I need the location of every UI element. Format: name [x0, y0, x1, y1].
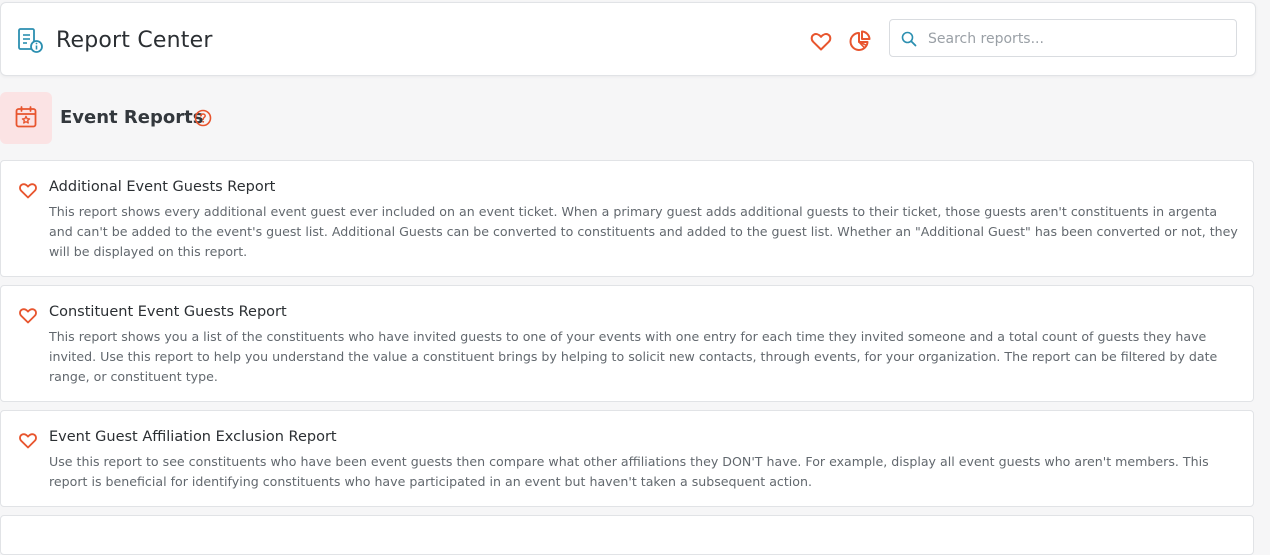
section-icon-box	[0, 92, 52, 144]
pie-chart-icon[interactable]	[848, 29, 872, 53]
favorites-heart-icon[interactable]	[809, 29, 833, 53]
report-title[interactable]: Constituent Event Guests Report	[49, 302, 287, 322]
report-card[interactable]: Additional Event Guests Report This repo…	[0, 160, 1254, 277]
search-input[interactable]	[926, 20, 1230, 58]
report-description: This report shows every additional event…	[49, 204, 1238, 259]
report-card[interactable]: Constituent Event Guests Report This rep…	[0, 285, 1254, 402]
search-box[interactable]	[889, 19, 1237, 58]
report-description: This report shows you a list of the cons…	[49, 329, 1218, 384]
report-description: Use this report to see constituents who …	[49, 454, 1209, 489]
report-center-header: Report Center	[0, 2, 1256, 76]
calendar-star-icon	[15, 106, 37, 128]
report-card[interactable]	[0, 515, 1254, 555]
page-title: Report Center	[56, 28, 213, 53]
report-title[interactable]: Additional Event Guests Report	[49, 177, 275, 197]
favorite-heart-icon[interactable]	[18, 181, 38, 199]
favorite-heart-icon[interactable]	[18, 431, 38, 449]
report-title[interactable]: Event Guest Affiliation Exclusion Report	[49, 427, 337, 447]
search-icon	[901, 31, 917, 47]
favorite-heart-icon[interactable]	[18, 306, 38, 324]
report-center-icon	[18, 28, 43, 53]
question-circle-icon[interactable]	[194, 109, 212, 127]
section-title: Event Reports	[60, 107, 204, 128]
report-card[interactable]: Event Guest Affiliation Exclusion Report…	[0, 410, 1254, 507]
